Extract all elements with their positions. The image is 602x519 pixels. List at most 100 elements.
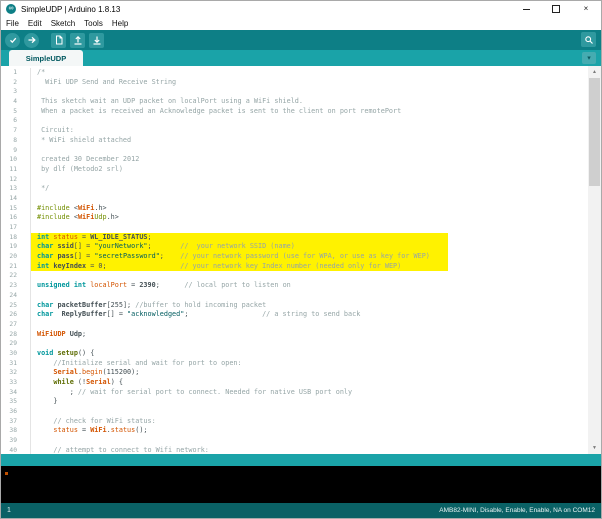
scroll-down-button[interactable]: ▼ (588, 442, 601, 454)
line-number: 9 (1, 146, 31, 156)
line-number: 6 (1, 116, 31, 126)
console-divider[interactable] (1, 454, 601, 466)
close-icon: × (584, 5, 589, 13)
line-number: 13 (1, 184, 31, 194)
serial-monitor-button[interactable] (581, 32, 596, 47)
line-number: 21 (1, 262, 31, 272)
code-line: 9 (1, 146, 601, 156)
code-text (31, 320, 601, 330)
maximize-button[interactable] (541, 1, 571, 17)
menu-item-edit[interactable]: Edit (28, 19, 42, 28)
line-number: 29 (1, 339, 31, 349)
scroll-up-button[interactable]: ▲ (588, 66, 601, 78)
code-line: 18int status = WL_IDLE_STATUS; (1, 233, 601, 243)
arrow-up-icon (73, 35, 83, 45)
line-number: 28 (1, 330, 31, 340)
line-number: 23 (1, 281, 31, 291)
code-text (31, 194, 601, 204)
line-number: 1 (1, 68, 31, 78)
code-line: 37 // check for WiFi status: (1, 417, 601, 427)
menu-item-file[interactable]: File (6, 19, 19, 28)
code-text: char ssid[] = "yourNetwork"; // your net… (31, 242, 448, 252)
code-line: 28WiFiUDP Udp; (1, 330, 601, 340)
code-text (31, 87, 601, 97)
menu-item-sketch[interactable]: Sketch (51, 19, 75, 28)
code-line: 16#include <WiFiUdp.h> (1, 213, 601, 223)
code-text (31, 271, 601, 281)
line-number: 16 (1, 213, 31, 223)
code-line: 13 */ (1, 184, 601, 194)
status-bar: 1 AMB82-MINI, Disable, Enable, Enable, N… (1, 503, 601, 518)
code-text: int status = WL_IDLE_STATUS; (31, 233, 448, 243)
code-line: 27 (1, 320, 601, 330)
upload-button[interactable] (24, 33, 39, 48)
menu-item-help[interactable]: Help (112, 19, 128, 28)
code-line: 32 Serial.begin(115200); (1, 368, 601, 378)
close-button[interactable]: × (571, 1, 601, 17)
tab-simpleudp[interactable]: SimpleUDP (9, 50, 83, 66)
code-text (31, 116, 601, 126)
code-line: 7 Circuit: (1, 126, 601, 136)
line-number: 38 (1, 426, 31, 436)
line-number: 32 (1, 368, 31, 378)
code-editor[interactable]: 1/*2 WiFi UDP Send and Receive String34 … (1, 66, 601, 454)
line-number: 31 (1, 359, 31, 369)
line-number: 24 (1, 291, 31, 301)
code-text: //Initialize serial and wait for port to… (31, 359, 601, 369)
line-number: 17 (1, 223, 31, 233)
scrollbar-thumb[interactable] (589, 78, 600, 186)
code-text: created 30 December 2012 (31, 155, 601, 165)
code-text: void setup() { (31, 349, 601, 359)
line-number: 4 (1, 97, 31, 107)
code-line: 4 This sketch wait an UDP packet on loca… (1, 97, 601, 107)
console-output (1, 466, 601, 503)
tab-menu-button[interactable]: ▾ (582, 52, 596, 64)
code-text: // check for WiFi status: (31, 417, 601, 427)
new-sketch-button[interactable] (51, 33, 66, 48)
minimize-icon (523, 9, 530, 10)
code-text: Serial.begin(115200); (31, 368, 601, 378)
code-text: This sketch wait an UDP packet on localP… (31, 97, 601, 107)
line-number: 15 (1, 204, 31, 214)
code-text: char pass[] = "secretPassword"; // your … (31, 252, 448, 262)
window-title: SimpleUDP | Arduino 1.8.13 (21, 5, 511, 14)
code-line: 20char pass[] = "secretPassword"; // you… (1, 252, 601, 262)
code-line: 30void setup() { (1, 349, 601, 359)
save-sketch-button[interactable] (89, 33, 104, 48)
code-text: Circuit: (31, 126, 601, 136)
console-cursor-dot (5, 472, 8, 475)
code-text: status = WiFi.status(); (31, 426, 601, 436)
code-text: by dlf (Metodo2 srl) (31, 165, 601, 175)
code-text: int keyIndex = 0; // your network key In… (31, 262, 448, 272)
menu-bar: File Edit Sketch Tools Help (1, 17, 601, 30)
minimize-button[interactable] (511, 1, 541, 17)
verify-button[interactable] (5, 33, 20, 48)
line-number: 3 (1, 87, 31, 97)
code-text: char packetBuffer[255]; //buffer to hold… (31, 301, 601, 311)
line-indicator: 1 (7, 507, 11, 514)
arrow-right-icon (27, 35, 37, 45)
line-number: 11 (1, 165, 31, 175)
editor-scrollbar[interactable]: ▲ ▼ (588, 66, 601, 454)
toolbar (1, 30, 601, 50)
menu-item-tools[interactable]: Tools (84, 19, 103, 28)
code-line: 3 (1, 87, 601, 97)
new-document-icon (54, 35, 64, 45)
line-number: 12 (1, 175, 31, 185)
code-text: ; // wait for serial port to connect. Ne… (31, 388, 601, 398)
code-line: 5 When a packet is received an Acknowled… (1, 107, 601, 117)
code-text: // attempt to connect to Wifi network: (31, 446, 601, 454)
code-line: 2 WiFi UDP Send and Receive String (1, 78, 601, 88)
scroll-up-icon: ▲ (592, 70, 597, 75)
board-port-status: AMB82-MINI, Disable, Enable, Enable, NA … (439, 507, 595, 514)
code-text (31, 291, 601, 301)
arduino-app-icon: ∞ (6, 4, 16, 14)
code-line: 38 status = WiFi.status(); (1, 426, 601, 436)
open-sketch-button[interactable] (70, 33, 85, 48)
code-line: 6 (1, 116, 601, 126)
line-number: 40 (1, 446, 31, 454)
code-text: When a packet is received an Acknowledge… (31, 107, 601, 117)
code-line: 31 //Initialize serial and wait for port… (1, 359, 601, 369)
chevron-down-icon: ▾ (587, 55, 591, 62)
scroll-down-icon: ▼ (592, 446, 597, 451)
